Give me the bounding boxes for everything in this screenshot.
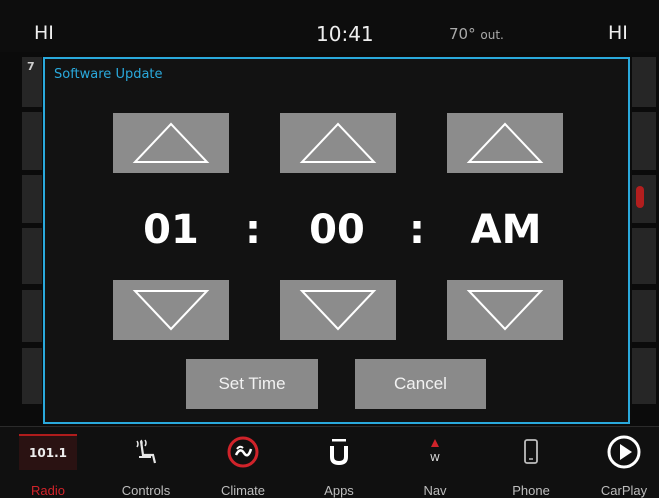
outside-temperature: 70° out.	[449, 25, 504, 43]
hour-down-button[interactable]	[113, 280, 229, 340]
right-heat-label[interactable]: HI	[608, 22, 628, 44]
dock-label-apps: Apps	[324, 483, 354, 498]
background-tile	[22, 228, 42, 284]
up-triangle-icon	[299, 122, 377, 163]
software-update-dialog: Software Update 01 : 00 : AM Set Time Ca…	[43, 57, 630, 424]
minute-up-button[interactable]	[280, 113, 396, 173]
compass-icon: W	[395, 435, 475, 469]
meridiem-value: AM	[470, 207, 542, 253]
outside-temp-unit: out.	[480, 28, 504, 42]
left-heat-label[interactable]: HI	[34, 22, 54, 44]
dock-label-carplay: CarPlay	[600, 483, 648, 498]
up-triangle-icon	[466, 122, 544, 163]
down-triangle-icon	[132, 290, 210, 331]
meridiem-up-button[interactable]	[447, 113, 563, 173]
background-indicator	[636, 186, 644, 208]
background-tile	[22, 348, 42, 404]
background-tile	[632, 112, 656, 170]
time-separator: :	[245, 207, 261, 253]
dock-label-phone: Phone	[512, 483, 550, 498]
dock-item-climate[interactable]: Climate	[203, 427, 283, 498]
set-time-button[interactable]: Set Time	[186, 359, 318, 409]
dock-label-radio: Radio	[31, 483, 65, 498]
dock-item-phone[interactable]: Phone	[491, 427, 571, 498]
phone-icon	[491, 435, 571, 469]
background-tile	[632, 348, 656, 404]
background-tile	[632, 57, 656, 107]
background-tile	[22, 175, 42, 223]
minute-down-button[interactable]	[280, 280, 396, 340]
carplay-play-icon	[584, 435, 659, 469]
hour-value: 01	[143, 207, 199, 253]
climate-icon	[203, 435, 283, 469]
up-triangle-icon	[132, 122, 210, 163]
background-tile	[22, 290, 42, 342]
dock-item-nav[interactable]: W Nav	[395, 427, 475, 498]
hour-up-button[interactable]	[113, 113, 229, 173]
time-separator: :	[409, 207, 425, 253]
dock-item-apps[interactable]: Apps	[299, 427, 379, 498]
bottom-dock: 101.1 Radio Controls Climate Apps W Nav …	[0, 426, 659, 498]
radio-frequency-tile: 101.1	[8, 434, 88, 470]
down-triangle-icon	[466, 290, 544, 331]
dock-item-carplay[interactable]: CarPlay	[584, 427, 659, 498]
background-tile	[22, 112, 42, 170]
clock: 10:41	[316, 22, 374, 46]
minute-value: 00	[309, 207, 365, 253]
cancel-button[interactable]: Cancel	[355, 359, 486, 409]
dock-label-climate: Climate	[220, 483, 266, 498]
background-badge: 7	[27, 60, 35, 73]
status-bar: HI 10:41 70° out. HI	[0, 0, 659, 52]
dialog-title: Software Update	[54, 67, 163, 82]
compass-direction: W	[430, 453, 440, 464]
background-tile	[632, 228, 656, 284]
dock-label-nav: Nav	[423, 483, 447, 498]
meridiem-down-button[interactable]	[447, 280, 563, 340]
radio-frequency: 101.1	[19, 434, 77, 470]
dock-label-controls: Controls	[121, 483, 171, 498]
dock-item-radio[interactable]: 101.1 Radio	[8, 427, 88, 498]
seat-controls-icon	[106, 435, 186, 469]
down-triangle-icon	[299, 290, 377, 331]
outside-temp-value: 70°	[449, 25, 476, 43]
apps-u-icon	[299, 435, 379, 469]
background-tile	[632, 290, 656, 342]
dock-item-controls[interactable]: Controls	[106, 427, 186, 498]
